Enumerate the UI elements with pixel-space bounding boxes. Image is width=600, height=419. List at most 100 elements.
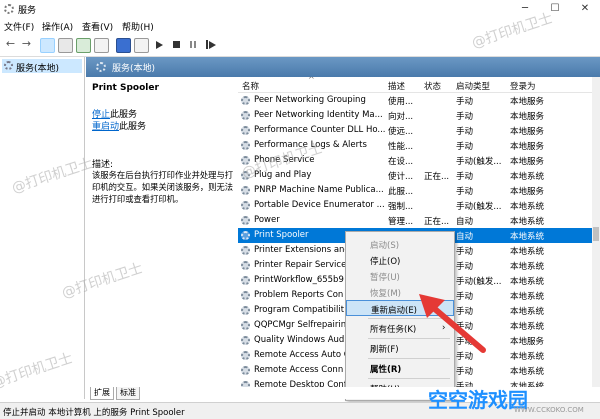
service-logon-as: 本地系统 bbox=[510, 292, 545, 302]
start-service-icon[interactable] bbox=[156, 41, 163, 49]
service-description: 管理... bbox=[388, 217, 414, 227]
service-logon-as: 本地服务 bbox=[510, 157, 545, 167]
service-description: 向对... bbox=[388, 112, 414, 122]
context-menu-item-label: 属性(R) bbox=[370, 365, 402, 375]
tree-item-label: 服务(本地) bbox=[16, 64, 60, 74]
service-startup-type: 手动 bbox=[456, 97, 474, 107]
stop-service-icon[interactable] bbox=[173, 41, 180, 48]
service-name: Peer Networking Identity Ma... bbox=[254, 110, 383, 120]
service-startup-type: 手动 bbox=[456, 112, 474, 122]
table-row[interactable]: Peer Networking Grouping 使用... 手动 本地服务 bbox=[238, 93, 600, 108]
service-gear-icon bbox=[241, 291, 250, 300]
menu-action[interactable]: 操作(A) bbox=[42, 20, 73, 33]
selected-service-name: Print Spooler bbox=[92, 83, 159, 93]
service-logon-as: 本地系统 bbox=[510, 247, 545, 257]
table-row[interactable]: Performance Counter DLL Ho... 使远... 手动 本地服务 bbox=[238, 123, 600, 138]
menu-view[interactable]: 查看(V) bbox=[82, 20, 113, 33]
logo-url: WWW.CCKOKO.COM bbox=[514, 406, 584, 414]
services-icon bbox=[96, 62, 106, 72]
service-description: 使用... bbox=[388, 97, 414, 107]
context-menu-item-pause[interactable]: 暂停(U) bbox=[346, 268, 454, 284]
tree-item-services-local[interactable]: 服务(本地) bbox=[2, 59, 82, 74]
table-row[interactable]: Portable Device Enumerator ... 强制... 手动(触发… bbox=[238, 198, 600, 213]
column-header-description[interactable]: 描述 bbox=[388, 80, 405, 92]
service-startup-type: 手动 bbox=[456, 262, 474, 272]
service-description: 使远... bbox=[388, 127, 414, 137]
menu-separator bbox=[368, 378, 450, 379]
service-gear-icon bbox=[241, 351, 250, 360]
service-logon-as: 本地系统 bbox=[510, 232, 545, 242]
service-startup-type: 自动 bbox=[456, 217, 474, 227]
title-bar: 服务 ─ ☐ ✕ bbox=[0, 0, 600, 18]
context-menu-item-label: 启动(S) bbox=[370, 241, 400, 251]
service-gear-icon bbox=[241, 141, 250, 150]
pause-service-icon[interactable] bbox=[190, 41, 192, 48]
service-startup-type: 手动 bbox=[456, 247, 474, 257]
context-menu-item-label: 恢复(M) bbox=[370, 289, 401, 299]
restart-service-icon[interactable] bbox=[209, 41, 216, 49]
context-menu-item-start[interactable]: 启动(S) bbox=[346, 236, 454, 252]
column-header-logon-as[interactable]: 登录为 bbox=[510, 80, 536, 92]
service-name: Peer Networking Grouping bbox=[254, 95, 366, 105]
service-description: 性能... bbox=[388, 142, 414, 152]
service-name: PNRP Machine Name Publica... bbox=[254, 185, 384, 195]
service-gear-icon bbox=[241, 246, 250, 255]
refresh-icon[interactable] bbox=[76, 38, 91, 53]
context-menu-item-properties[interactable]: 属性(R) bbox=[346, 360, 454, 376]
logo-text: 空空游戏园 bbox=[428, 388, 528, 412]
console-tree: 服务(本地) bbox=[0, 57, 85, 399]
service-description: 此服... bbox=[388, 187, 414, 197]
service-description: 强制... bbox=[388, 202, 414, 212]
table-row[interactable]: Plug and Play 使计... 正在... 手动 本地系统 bbox=[238, 168, 600, 183]
service-gear-icon bbox=[241, 126, 250, 135]
service-description: 在设... bbox=[388, 157, 414, 167]
service-gear-icon bbox=[241, 321, 250, 330]
context-menu-item-stop[interactable]: 停止(O) bbox=[346, 252, 454, 268]
table-row[interactable]: Power 管理... 正在... 自动 本地系统 bbox=[238, 213, 600, 228]
table-row[interactable]: PNRP Machine Name Publica... 此服... 手动 本地服务 bbox=[238, 183, 600, 198]
service-logon-as: 本地服务 bbox=[510, 97, 545, 107]
service-startup-type: 手动 bbox=[456, 367, 474, 377]
vertical-scrollbar[interactable] bbox=[592, 77, 600, 387]
context-menu-item-label: 停止(O) bbox=[370, 257, 401, 267]
service-gear-icon bbox=[241, 261, 250, 270]
context-menu-item-label: 暂停(U) bbox=[370, 273, 400, 283]
site-logo: 空空游戏园 WWW.CCKOKO.COM bbox=[428, 380, 598, 414]
restart-service-link[interactable]: 重启动 bbox=[92, 122, 119, 132]
service-logon-as: 本地系统 bbox=[510, 217, 545, 227]
context-menu-item-label: 重新启动(E) bbox=[371, 306, 418, 316]
close-button[interactable]: ✕ bbox=[570, 0, 600, 18]
help-icon[interactable] bbox=[116, 38, 131, 53]
service-detail-pane: Print Spooler 停止此服务 重启动此服务 描述: 该服务在后台执行打… bbox=[86, 77, 236, 387]
menu-file[interactable]: 文件(F) bbox=[4, 20, 34, 33]
service-gear-icon bbox=[241, 366, 250, 375]
column-header-status[interactable]: 状态 bbox=[424, 80, 441, 92]
service-startup-type: 手动(触发... bbox=[456, 157, 502, 167]
context-menu-item-label: 刷新(F) bbox=[370, 345, 399, 355]
forward-arrow-icon[interactable]: → bbox=[20, 38, 33, 51]
table-row[interactable]: Peer Networking Identity Ma... 向对... 手动 本地服… bbox=[238, 108, 600, 123]
service-gear-icon bbox=[241, 96, 250, 105]
scrollbar-thumb[interactable] bbox=[593, 227, 599, 241]
tab-standard[interactable]: 标准 bbox=[116, 387, 140, 400]
window-title: 服务 bbox=[18, 6, 37, 16]
menu-help[interactable]: 帮助(H) bbox=[122, 20, 154, 33]
console-tree-icon[interactable] bbox=[40, 38, 55, 53]
restart-link-suffix: 此服务 bbox=[119, 122, 147, 132]
properties-icon[interactable] bbox=[134, 38, 149, 53]
services-app-icon bbox=[4, 4, 14, 14]
annotation-arrow-icon bbox=[419, 294, 486, 353]
service-gear-icon bbox=[241, 231, 250, 240]
service-description: 使计... bbox=[388, 172, 414, 182]
export-list-icon[interactable] bbox=[94, 38, 109, 53]
service-name: Power bbox=[254, 215, 280, 225]
restart-bar-icon[interactable] bbox=[206, 40, 208, 49]
service-logon-as: 本地系统 bbox=[510, 172, 545, 182]
column-header-startup-type[interactable]: 启动类型 bbox=[456, 80, 490, 92]
tab-extended[interactable]: 扩展 bbox=[90, 387, 114, 400]
list-view-icon[interactable] bbox=[58, 38, 73, 53]
service-logon-as: 本地系统 bbox=[510, 277, 545, 287]
back-arrow-icon[interactable]: ← bbox=[4, 38, 17, 51]
service-logon-as: 本地服务 bbox=[510, 112, 545, 122]
column-header-name[interactable]: 名称 bbox=[242, 80, 259, 92]
